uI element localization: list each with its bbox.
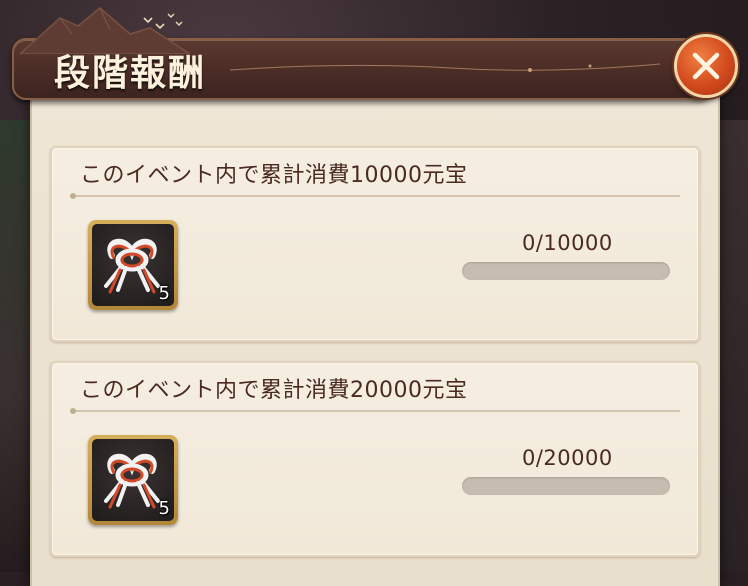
reward-item[interactable]: 5 xyxy=(88,435,178,525)
reward-count: 5 xyxy=(158,283,170,304)
reward-item[interactable]: 5 xyxy=(88,220,178,310)
progress-bar xyxy=(462,477,670,495)
milestone-title: このイベント内で累計消費20000元宝 xyxy=(80,378,468,403)
title-ornament-line xyxy=(230,63,660,72)
milestone-card-2: このイベント内で累計消費20000元宝 5 0/20000 xyxy=(50,361,700,557)
reward-item-slot: 5 xyxy=(92,439,174,521)
birds-decoration-icon xyxy=(143,13,183,30)
close-x-icon xyxy=(692,52,720,80)
progress-text: 0/10000 xyxy=(522,231,613,255)
milestone-title: このイベント内で累計消費10000元宝 xyxy=(80,163,468,188)
background-right xyxy=(720,120,748,572)
divider xyxy=(70,408,680,414)
reward-item-slot: 5 xyxy=(92,224,174,306)
background-left xyxy=(0,120,30,572)
milestone-card-1: このイベント内で累計消費10000元宝 5 0/10000 xyxy=(50,146,700,342)
progress-text: 0/20000 xyxy=(522,446,613,470)
progress-bar xyxy=(462,262,670,280)
reward-count: 5 xyxy=(158,498,170,519)
close-button[interactable] xyxy=(674,34,738,98)
dialog-title: 段階報酬 xyxy=(54,52,207,94)
divider xyxy=(70,193,680,199)
